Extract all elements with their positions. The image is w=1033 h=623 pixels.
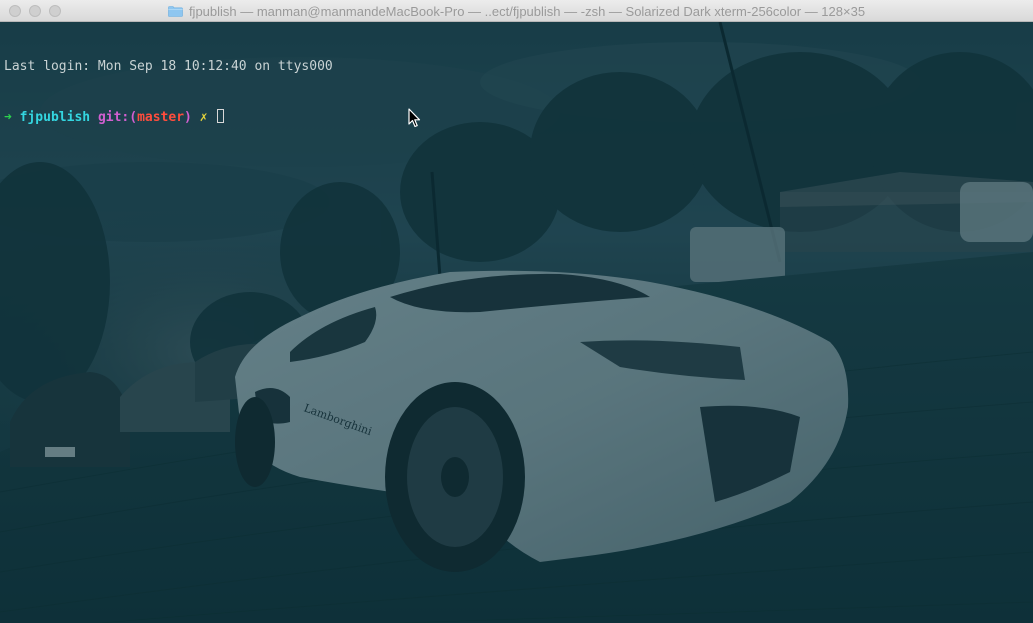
git-branch: master	[137, 110, 185, 125]
window-title: fjpublish — manman@manmandeMacBook-Pro —…	[188, 3, 866, 19]
git-label: git:(	[97, 110, 138, 125]
git-label-close: )	[184, 110, 192, 125]
mouse-pointer-icon	[408, 108, 421, 128]
prompt-directory: fjpublish	[19, 110, 91, 125]
text-cursor	[217, 109, 225, 123]
prompt-arrow: ➜	[4, 110, 12, 125]
window-title-group: fjpublish — manman@manmandeMacBook-Pro —…	[0, 0, 1033, 22]
terminal-output[interactable]: Last login: Mon Sep 18 10:12:40 on ttys0…	[4, 24, 333, 160]
title-bar[interactable]: fjpublish — manman@manmandeMacBook-Pro —…	[0, 0, 1033, 22]
dirty-marker: ✗	[199, 110, 208, 125]
prompt-line[interactable]: ➜ fjpublish git:(master) ✗	[4, 109, 333, 126]
terminal-window: fjpublish — manman@manmandeMacBook-Pro —…	[0, 0, 1033, 623]
last-login-line: Last login: Mon Sep 18 10:12:40 on ttys0…	[4, 59, 333, 74]
folder-icon	[168, 5, 183, 17]
terminal-body[interactable]: Lamborghini Last login: Mon Sep 18 10:12…	[0, 22, 1033, 623]
